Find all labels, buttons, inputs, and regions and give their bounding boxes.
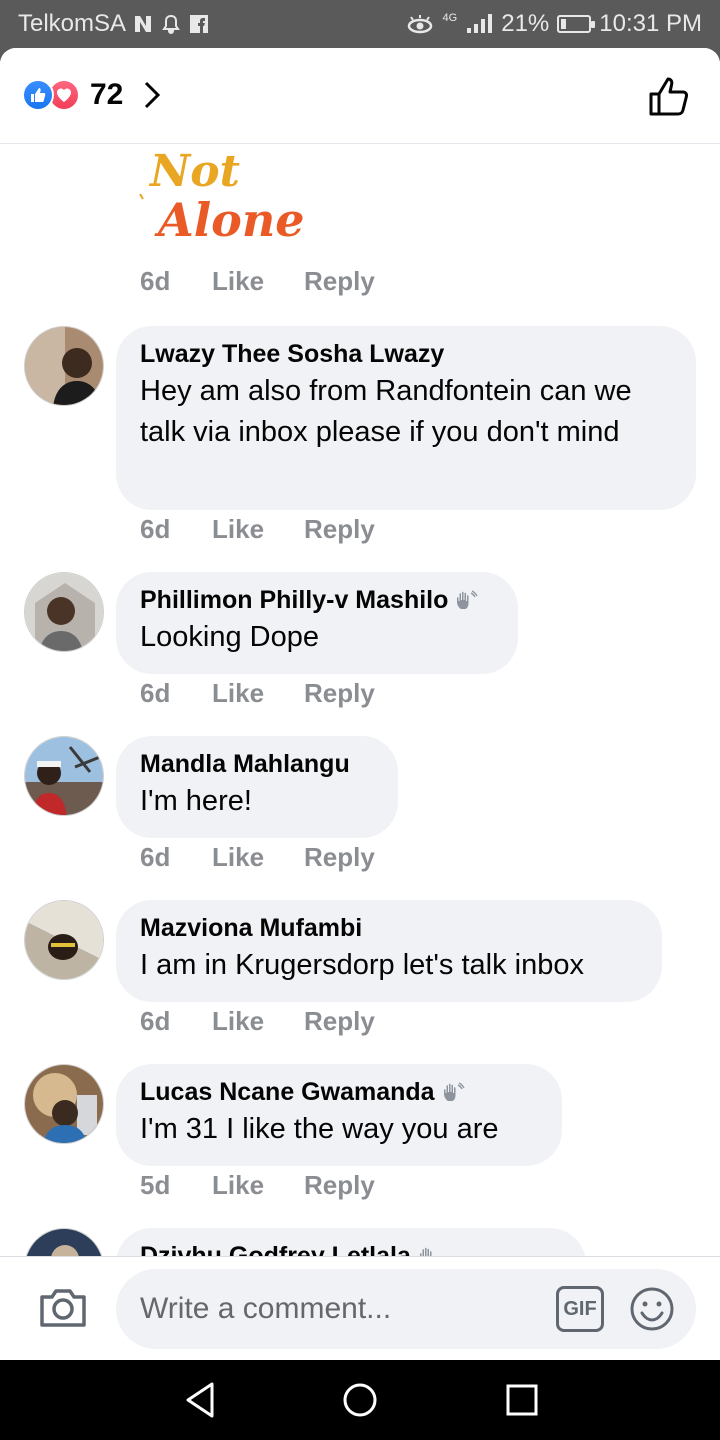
camera-icon[interactable] <box>38 1285 88 1329</box>
like-reaction-icon <box>22 79 54 111</box>
comment-time: 6d <box>140 514 171 544</box>
comment-actions: 6d Like Reply <box>140 678 415 709</box>
author-name: Mazviona Mufambi <box>140 914 363 942</box>
battery-percent: 21% <box>501 10 550 37</box>
reaction-count: 72 <box>90 78 124 111</box>
comment-text: Hey am also from Randfontein can we talk… <box>140 375 632 448</box>
reply-button[interactable]: Reply <box>304 678 375 709</box>
recents-icon[interactable] <box>502 1380 542 1420</box>
author-name: Dzivhu Godfrey Letlala <box>140 1242 411 1256</box>
author-name: Lucas Ncane Gwamanda <box>140 1078 435 1106</box>
like-button[interactable]: Like <box>212 678 264 709</box>
comment-time: 6d <box>140 1006 171 1036</box>
avatar[interactable] <box>24 900 104 980</box>
comment-bubble[interactable]: Mazviona Mufambi I am in Krugersdorp let… <box>116 900 662 1002</box>
comments-list: Not Alone 6d Like Reply Lwazy Thee Sosha… <box>0 144 720 1256</box>
comment-composer: GIF <box>0 1256 720 1360</box>
author-name: Mandla Mahlangu <box>140 750 350 778</box>
avatar[interactable] <box>24 326 104 406</box>
like-button[interactable]: Like <box>212 842 264 873</box>
network-type: 4G <box>442 11 458 24</box>
comment-author[interactable]: Dzivhu Godfrey Letlala <box>140 1242 562 1256</box>
home-icon[interactable] <box>340 1380 380 1420</box>
comment-author[interactable]: Lwazy Thee Sosha Lwazy <box>140 340 672 369</box>
comment-bubble[interactable]: Lwazy Thee Sosha Lwazy Hey am also from … <box>116 326 696 510</box>
comment-time: 6d <box>140 842 171 872</box>
comment-bubble[interactable]: Mandla Mahlangu I'm here! <box>116 736 398 838</box>
comment-text: I'm here! <box>140 785 252 817</box>
author-name: Lwazy Thee Sosha Lwazy <box>140 340 445 368</box>
comment-text: I'm 31 I like the way you are <box>140 1113 499 1145</box>
comment-actions: 6d Like Reply <box>140 266 415 297</box>
comment-actions: 5d Like Reply <box>140 1170 415 1201</box>
battery-icon <box>557 15 596 33</box>
waving-hand-icon <box>443 1081 465 1101</box>
comment-time: 6d <box>140 266 171 296</box>
sheet-header: 72 <box>0 48 720 144</box>
comment-input-wrap: GIF <box>116 1269 696 1349</box>
comment-actions: 6d Like Reply <box>140 514 415 545</box>
reply-button[interactable]: Reply <box>304 514 375 545</box>
comment-author[interactable]: Phillimon Philly-v Mashilo <box>140 586 494 615</box>
comment-time: 6d <box>140 678 171 708</box>
avatar[interactable] <box>24 1228 104 1256</box>
reactions-summary[interactable]: 72 <box>22 78 163 112</box>
comment-author[interactable]: Mazviona Mufambi <box>140 914 638 943</box>
nfc-icon <box>135 16 152 32</box>
chevron-right-icon <box>145 81 161 109</box>
svg-text:Alone: Alone <box>154 193 305 244</box>
status-bar: TelkomSA 4G 21% 10:31 PM <box>0 0 720 48</box>
comment-bubble[interactable]: Phillimon Philly-v Mashilo Looking Dope <box>116 572 518 674</box>
waving-hand-icon <box>419 1247 432 1256</box>
status-right: 4G 21% 10:31 PM <box>405 10 702 38</box>
reply-button[interactable]: Reply <box>304 842 375 873</box>
comment-text: Looking Dope <box>140 621 319 653</box>
bell-icon <box>162 14 180 34</box>
avatar[interactable] <box>24 572 104 652</box>
svg-text:Not: Not <box>148 146 240 197</box>
reply-button[interactable]: Reply <box>304 266 375 297</box>
waving-hand-icon <box>457 589 478 609</box>
facebook-icon <box>190 15 209 33</box>
reply-button[interactable]: Reply <box>304 1006 375 1037</box>
like-button[interactable]: Like <box>212 1170 264 1201</box>
comment-input[interactable] <box>140 1287 540 1331</box>
comment-time: 5d <box>140 1170 171 1200</box>
back-icon[interactable] <box>180 1380 220 1420</box>
comment-author[interactable]: Mandla Mahlangu <box>140 750 374 779</box>
like-button[interactable]: Like <box>212 1006 264 1037</box>
navigation-bar <box>0 1360 720 1440</box>
status-left: TelkomSA <box>18 10 210 38</box>
author-name: Phillimon Philly-v Mashilo <box>140 586 449 614</box>
like-button[interactable]: Like <box>212 514 264 545</box>
comment-author[interactable]: Lucas Ncane Gwamanda <box>140 1078 538 1107</box>
like-icon[interactable] <box>648 74 692 118</box>
avatar[interactable] <box>24 1064 104 1144</box>
like-button[interactable]: Like <box>212 266 264 297</box>
eye-comfort-icon <box>407 15 432 34</box>
not-alone-sticker: Not Alone <box>139 146 305 244</box>
signal-icon <box>467 14 493 33</box>
avatar[interactable] <box>24 736 104 816</box>
emoji-icon[interactable] <box>628 1285 676 1333</box>
clock: 10:31 PM <box>599 10 702 37</box>
comment-bubble[interactable]: Dzivhu Godfrey Letlala <box>116 1228 586 1256</box>
gif-button[interactable]: GIF <box>556 1286 604 1332</box>
comment-text: I am in Krugersdorp let's talk inbox <box>140 949 584 981</box>
reply-button[interactable]: Reply <box>304 1170 375 1201</box>
comment-bubble[interactable]: Lucas Ncane Gwamanda I'm 31 I like the w… <box>116 1064 562 1166</box>
comment-actions: 6d Like Reply <box>140 842 415 873</box>
carrier-name: TelkomSA <box>18 10 127 37</box>
comments-sheet: 72 Not Alone 6d Like Reply Lwazy Thee So… <box>0 48 720 1360</box>
comment-actions: 6d Like Reply <box>140 1006 415 1037</box>
